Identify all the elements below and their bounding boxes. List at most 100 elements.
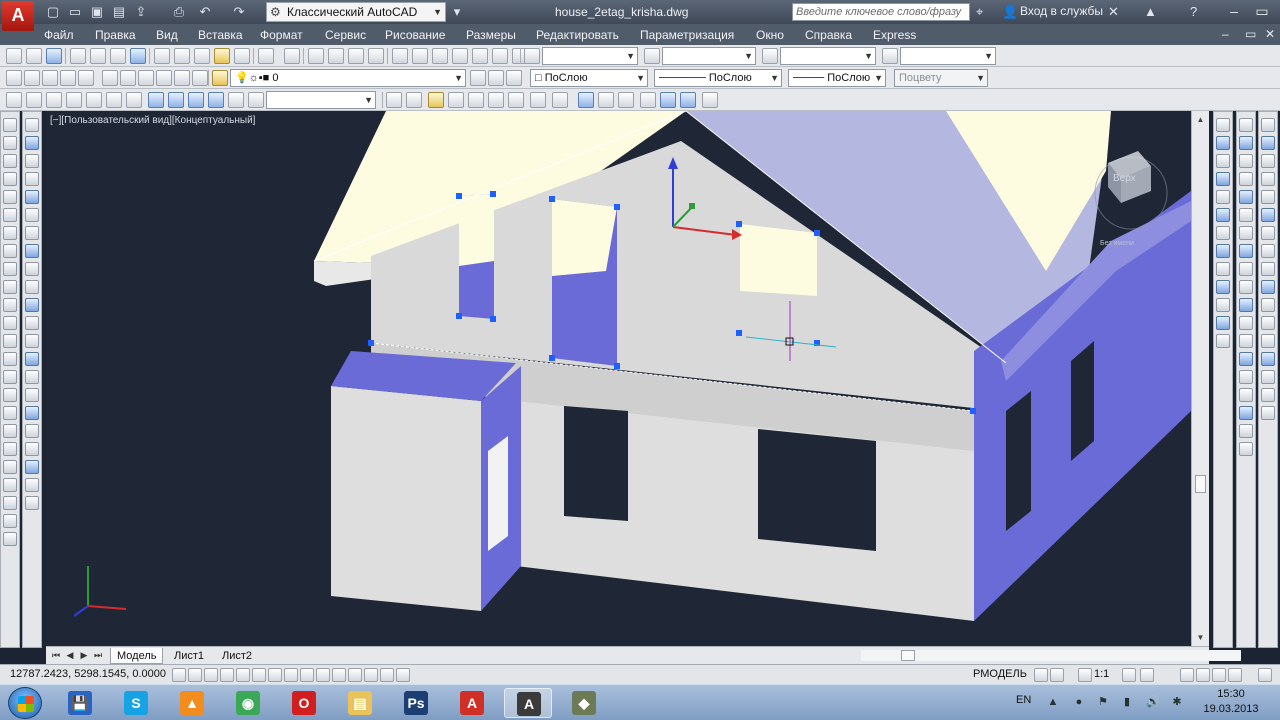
layer-off-icon[interactable] (78, 70, 94, 86)
visual-style-manager-icon[interactable] (530, 92, 546, 108)
zoom-realtime-icon[interactable] (328, 48, 344, 64)
ortho-toggle[interactable] (220, 668, 234, 682)
dim-style-combo[interactable]: ▼ (662, 47, 756, 65)
3d-wireframe-icon[interactable] (406, 92, 422, 108)
lwt-toggle[interactable] (332, 668, 346, 682)
copy-icon[interactable] (174, 48, 190, 64)
doc-close-icon[interactable]: ✕ (1265, 27, 1275, 41)
se-iso-icon[interactable] (168, 92, 184, 108)
solid-edit-tool-4-icon[interactable] (1239, 172, 1253, 186)
taskbar-chrome[interactable]: ◉ (224, 688, 272, 718)
table-style-combo[interactable]: ▼ (780, 47, 876, 65)
menu-edit[interactable]: Правка (95, 28, 136, 42)
am-toggle[interactable] (396, 668, 410, 682)
preview-icon[interactable] (90, 48, 106, 64)
draw-tool-11-icon[interactable] (3, 298, 17, 312)
modify-tool-22-icon[interactable] (25, 496, 39, 510)
solid-edit-tool-9-icon[interactable] (1239, 262, 1253, 276)
taskbar-autocad-tool[interactable]: ◆ (560, 688, 608, 718)
modify-tool-3-icon[interactable] (25, 154, 39, 168)
modify-right-tool-8-icon[interactable] (1261, 244, 1275, 258)
cut-icon[interactable] (154, 48, 170, 64)
modify-tool-5-icon[interactable] (25, 190, 39, 204)
tab-model[interactable]: Модель (110, 648, 164, 664)
save-toolbar-icon[interactable] (46, 48, 62, 64)
osnap-toggle[interactable] (252, 668, 266, 682)
open-folder-icon[interactable]: ▭ (66, 3, 84, 21)
draw-tool-8-icon[interactable] (3, 244, 17, 258)
layer-icon[interactable] (212, 70, 228, 86)
viewcube-top-face[interactable]: Верх (1113, 173, 1136, 184)
layer-properties-icon[interactable] (488, 70, 504, 86)
layer-walk-icon[interactable] (174, 70, 190, 86)
lineweight-combo[interactable]: ──── ПоСлою ▼ (788, 69, 886, 87)
polar-toggle[interactable] (236, 668, 250, 682)
taskbar-acrobat[interactable]: A (448, 688, 496, 718)
modify-tool-15-icon[interactable] (25, 370, 39, 384)
modeling-tool-4-icon[interactable] (1216, 172, 1230, 186)
menu-file[interactable]: Файл (44, 28, 74, 42)
dim-style-icon[interactable] (644, 48, 660, 64)
top-view-icon[interactable] (26, 92, 42, 108)
taskbar-skype[interactable]: S (112, 688, 160, 718)
tray-app-icon[interactable]: ● (1072, 695, 1086, 709)
modify-tool-18-icon[interactable] (25, 424, 39, 438)
taskbar-photoshop[interactable]: Ps (392, 688, 440, 718)
left-view-icon[interactable] (66, 92, 82, 108)
binoculars-icon[interactable]: ⌖ (976, 3, 983, 21)
draw-tool-18-icon[interactable] (3, 424, 17, 438)
show-hidden-icons-icon[interactable]: ▲ (1046, 695, 1060, 709)
calculator-icon[interactable] (492, 48, 508, 64)
modify-tool-2-icon[interactable] (25, 136, 39, 150)
bottom-view-icon[interactable] (46, 92, 62, 108)
menu-insert[interactable]: Вставка (198, 28, 243, 42)
modify-right-tool-15-icon[interactable] (1261, 370, 1275, 384)
draw-tool-22-icon[interactable] (3, 496, 17, 510)
adjust-distance-icon[interactable] (640, 92, 656, 108)
properties-icon[interactable] (392, 48, 408, 64)
draw-tool-6-icon[interactable] (3, 208, 17, 222)
snap-toggle[interactable] (188, 668, 202, 682)
menu-format[interactable]: Формат (260, 28, 303, 42)
block-editor-icon[interactable] (234, 48, 250, 64)
solid-edit-tool-8-icon[interactable] (1239, 244, 1253, 258)
draw-tool-12-icon[interactable] (3, 316, 17, 330)
otrack-toggle[interactable] (284, 668, 298, 682)
viewport-label[interactable]: [−][Пользовательский вид][Концептуальный… (50, 115, 255, 126)
solid-edit-tool-15-icon[interactable] (1239, 370, 1253, 384)
hardware-acceleration-icon[interactable] (1196, 668, 1210, 682)
save-as-icon[interactable]: ▤ (110, 3, 128, 21)
draw-tool-4-icon[interactable] (3, 172, 17, 186)
draw-tool-13-icon[interactable] (3, 334, 17, 348)
draw-tool-19-icon[interactable] (3, 442, 17, 456)
markup-icon[interactable] (472, 48, 488, 64)
draw-tool-16-icon[interactable] (3, 388, 17, 402)
3d-osnap-toggle[interactable] (268, 668, 282, 682)
named-views-icon[interactable] (6, 92, 22, 108)
undo-icon[interactable]: ↶ (196, 3, 214, 21)
draw-tool-10-icon[interactable] (3, 280, 17, 294)
quick-view-drawings-icon[interactable] (1050, 668, 1064, 682)
ducs-toggle[interactable] (300, 668, 314, 682)
draw-tool-1-icon[interactable] (3, 118, 17, 132)
sw-iso-icon[interactable] (148, 92, 164, 108)
continuous-orbit-icon[interactable] (618, 92, 634, 108)
view-search-icon[interactable] (248, 92, 264, 108)
restore-icon[interactable]: ▭ (1250, 0, 1274, 22)
menu-view[interactable]: Вид (156, 28, 178, 42)
modeling-tool-11-icon[interactable] (1216, 298, 1230, 312)
qnew-icon[interactable] (6, 48, 22, 64)
modify-tool-14-icon[interactable] (25, 352, 39, 366)
modify-right-tool-10-icon[interactable] (1261, 280, 1275, 294)
modify-right-tool-16-icon[interactable] (1261, 388, 1275, 402)
back-view-icon[interactable] (126, 92, 142, 108)
text-style-combo[interactable]: ▼ (542, 47, 638, 65)
grid-toggle[interactable] (204, 668, 218, 682)
help-search-input[interactable]: Введите ключевое слово/фразу (792, 3, 970, 21)
draw-tool-3-icon[interactable] (3, 154, 17, 168)
constrained-orbit-icon[interactable] (578, 92, 594, 108)
modeling-tool-9-icon[interactable] (1216, 262, 1230, 276)
modify-right-tool-17-icon[interactable] (1261, 406, 1275, 420)
modify-right-tool-4-icon[interactable] (1261, 172, 1275, 186)
modify-tool-12-icon[interactable] (25, 316, 39, 330)
